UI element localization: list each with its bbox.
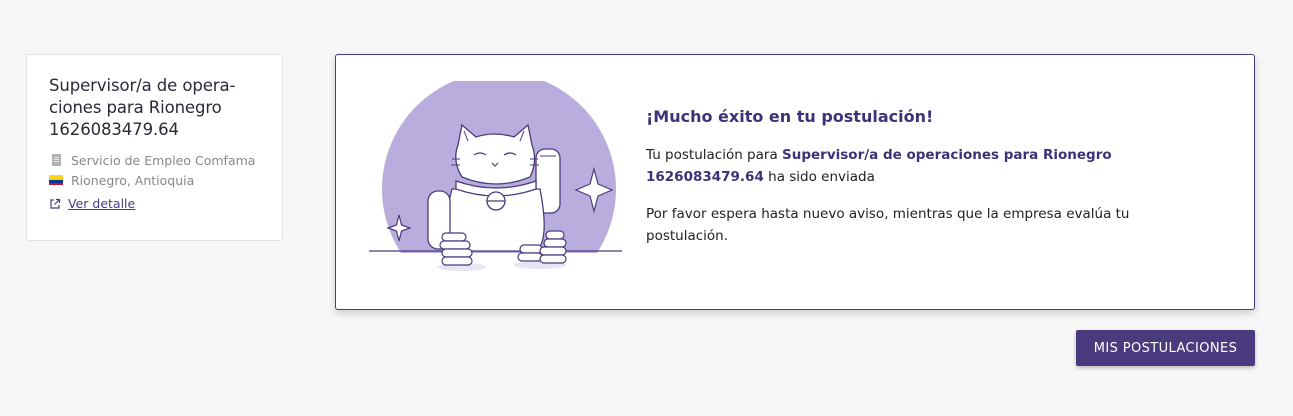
confirmation-message: ¡Mucho éxito en tu postulación! Tu postu… [646,107,1166,247]
job-title: Supervisor/a de opera- ciones para Rione… [49,75,260,141]
confirmation-heading: ¡Mucho éxito en tu postulación! [646,107,934,126]
colombia-flag-icon [49,173,63,187]
my-applications-button[interactable]: MIS POSTULACIONES [1076,330,1255,366]
wait-notice-text: Por favor espera hasta nuevo aviso, mien… [646,206,1130,244]
job-meta: Servicio de Empleo Comfama Rionegro, Ant… [49,150,260,190]
application-sent-text: Tu postulación para Supervisor/a de oper… [646,144,1166,188]
employer-name: Servicio de Empleo Comfama [71,152,256,168]
view-detail-link[interactable]: Ver detalle [49,196,260,211]
job-summary-card: Supervisor/a de opera- ciones para Rione… [26,54,283,241]
application-success-panel: ¡Mucho éxito en tu postulación! Tu postu… [335,54,1255,310]
location-row: Rionegro, Antioquia [49,170,260,190]
building-icon [49,153,63,167]
job-title-line-1: Supervisor/a de opera- [49,76,236,95]
job-title-line-3: 1626083479.64 [49,120,179,139]
view-detail-label[interactable]: Ver detalle [68,196,135,211]
sent-text-suffix: ha sido enviada [763,169,875,185]
employer-row: Servicio de Empleo Comfama [49,150,260,170]
job-title-line-2: ciones para Rionegro [49,98,222,117]
external-link-icon [50,198,61,209]
sent-text-prefix: Tu postulación para [646,147,783,163]
job-location: Rionegro, Antioquia [71,172,195,188]
lucky-cat-illustration [364,81,626,291]
